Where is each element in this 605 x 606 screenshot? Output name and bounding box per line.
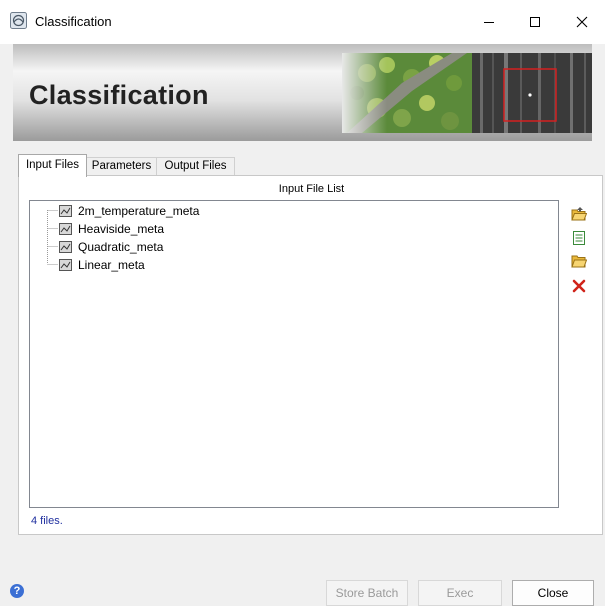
list-item-label: 2m_temperature_meta bbox=[78, 204, 200, 218]
input-file-list-header: Input File List bbox=[278, 183, 345, 195]
app-icon bbox=[10, 12, 27, 29]
document-icon bbox=[573, 231, 585, 245]
add-list-button[interactable] bbox=[570, 229, 588, 247]
banner-title: Classification bbox=[29, 80, 209, 110]
list-item-label: Linear_meta bbox=[78, 258, 145, 272]
exec-button[interactable]: Exec bbox=[418, 580, 502, 606]
minimize-button[interactable] bbox=[466, 0, 512, 44]
window-title: Classification bbox=[35, 14, 112, 29]
maximize-button[interactable] bbox=[512, 0, 558, 44]
delete-icon bbox=[572, 279, 586, 293]
input-files-panel: Input File List 2m_temperature_meta Heav… bbox=[18, 175, 603, 535]
list-item[interactable]: Quadratic_meta bbox=[59, 239, 163, 255]
list-item[interactable]: 2m_temperature_meta bbox=[59, 203, 199, 219]
raster-file-icon bbox=[59, 205, 72, 217]
close-icon bbox=[576, 16, 588, 28]
list-item-label: Heaviside_meta bbox=[78, 222, 165, 236]
list-item-label: Quadratic_meta bbox=[78, 240, 164, 254]
remove-file-button[interactable] bbox=[570, 277, 588, 295]
header-banner: Classification bbox=[13, 44, 592, 141]
title-bar: Classification bbox=[0, 0, 605, 44]
input-file-list[interactable]: 2m_temperature_meta Heaviside_meta Quadr… bbox=[29, 200, 559, 508]
help-icon[interactable]: ? bbox=[10, 584, 24, 598]
tab-output-files[interactable]: Output Files bbox=[156, 157, 235, 176]
folder-icon bbox=[571, 255, 587, 268]
list-item[interactable]: Heaviside_meta bbox=[59, 221, 164, 237]
open-folder-icon bbox=[571, 206, 587, 220]
file-count-status: 4 files. bbox=[31, 515, 63, 527]
close-window-button[interactable] bbox=[559, 0, 605, 44]
list-item[interactable]: Linear_meta bbox=[59, 257, 145, 273]
minimize-icon bbox=[484, 22, 494, 23]
store-batch-button[interactable]: Store Batch bbox=[326, 580, 408, 606]
tab-input-files[interactable]: Input Files bbox=[18, 154, 87, 177]
tab-parameters[interactable]: Parameters bbox=[85, 157, 158, 176]
open-file-button[interactable] bbox=[570, 204, 588, 222]
close-button[interactable]: Close bbox=[512, 580, 594, 606]
banner-image bbox=[342, 53, 592, 133]
raster-file-icon bbox=[59, 241, 72, 253]
open-folder-button[interactable] bbox=[570, 252, 588, 270]
raster-file-icon bbox=[59, 223, 72, 235]
maximize-icon bbox=[530, 17, 540, 27]
raster-file-icon bbox=[59, 259, 72, 271]
